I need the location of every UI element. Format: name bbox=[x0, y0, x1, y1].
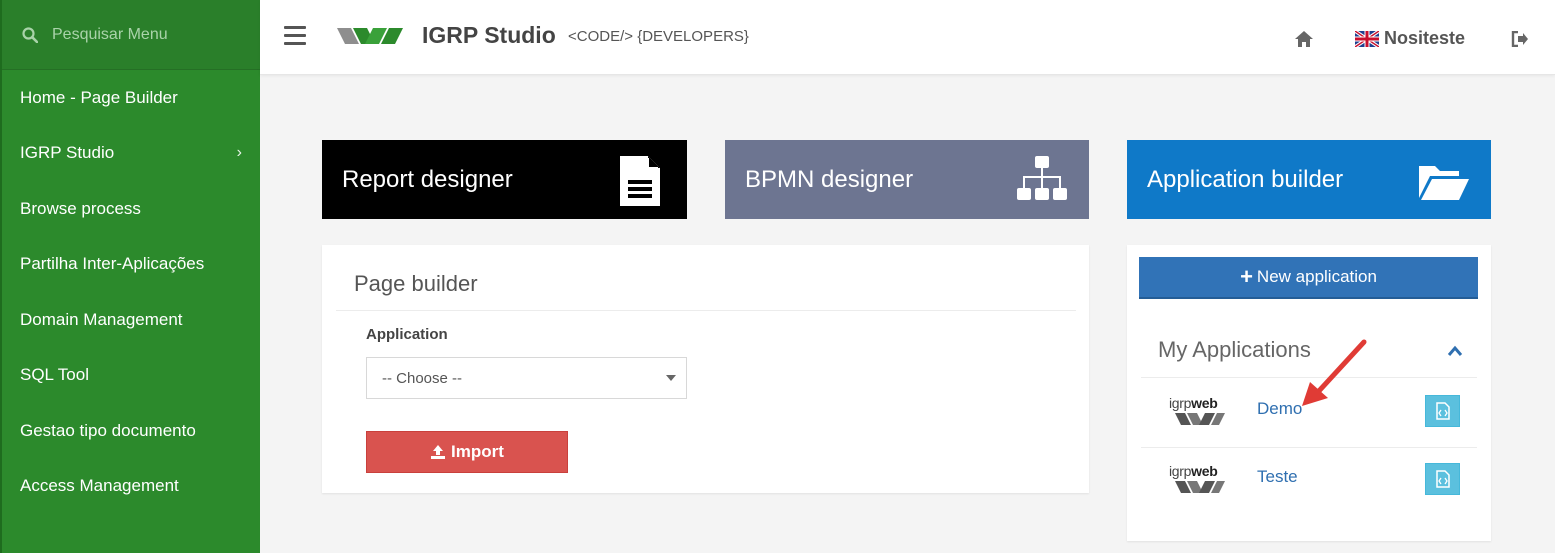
report-designer-tile[interactable]: Report designer bbox=[322, 140, 687, 219]
bpmn-designer-tile[interactable]: BPMN designer bbox=[725, 140, 1089, 219]
new-application-label: New application bbox=[1256, 267, 1377, 286]
application-select[interactable]: -- Choose -- bbox=[366, 357, 687, 399]
plus-icon: + bbox=[1240, 264, 1253, 289]
upload-icon bbox=[431, 445, 446, 459]
divider bbox=[336, 310, 1076, 311]
my-applications-title: My Applications bbox=[1158, 337, 1311, 362]
page-builder-panel: Page builder Application -- Choose -- Im… bbox=[322, 245, 1089, 493]
sidebar-item-label: IGRP Studio bbox=[20, 143, 115, 163]
sidebar-item-label: Domain Management bbox=[20, 309, 183, 329]
search-input[interactable]: Pesquisar Menu bbox=[52, 26, 168, 44]
menu-toggle-icon[interactable] bbox=[284, 26, 306, 46]
app-subtitle: <CODE/> {DEVELOPERS} bbox=[568, 28, 749, 45]
sidebar-item-domain-management[interactable]: Domain Management bbox=[2, 292, 260, 348]
new-application-button[interactable]: + New application bbox=[1139, 257, 1478, 299]
top-header: IGRP Studio <CODE/> {DEVELOPERS} Nosites… bbox=[260, 0, 1555, 75]
sidebar-item-sql-tool[interactable]: SQL Tool bbox=[2, 348, 260, 404]
sidebar-menu: Home - Page Builder IGRP Studio › Browse … bbox=[2, 70, 260, 514]
chevron-right-icon: › bbox=[236, 144, 242, 162]
file-code-icon bbox=[1435, 402, 1450, 420]
sidebar-item-label: Partilha Inter-Aplicações bbox=[20, 254, 205, 274]
user-menu[interactable]: Nositeste bbox=[1384, 28, 1465, 49]
folder-open-icon bbox=[1419, 166, 1469, 200]
application-builder-tile[interactable]: Application builder bbox=[1127, 140, 1491, 219]
open-app-file-button[interactable] bbox=[1425, 463, 1460, 495]
sidebar-item-label: Home - Page Builder bbox=[20, 87, 178, 107]
select-value: -- Choose -- bbox=[382, 369, 463, 387]
sidebar-item-browse-process[interactable]: Browse process bbox=[2, 181, 260, 237]
sidebar-item-label: Gestao tipo documento bbox=[20, 420, 196, 440]
chevron-up-icon[interactable] bbox=[1447, 345, 1463, 357]
annotation-arrow-icon bbox=[1302, 339, 1367, 406]
app-row: igrpweb Teste bbox=[1141, 447, 1477, 514]
sidebar-item-igrp-studio[interactable]: IGRP Studio › bbox=[2, 126, 260, 182]
igrpweb-logo: igrpweb bbox=[1169, 463, 1229, 501]
sidebar-item-home-page-builder[interactable]: Home - Page Builder bbox=[2, 70, 260, 126]
sidebar: Pesquisar Menu Home - Page Builder IGRP … bbox=[0, 0, 260, 553]
sidebar-search[interactable]: Pesquisar Menu bbox=[2, 0, 260, 70]
caret-down-icon bbox=[666, 375, 676, 381]
open-app-file-button[interactable] bbox=[1425, 395, 1460, 427]
import-button[interactable]: Import bbox=[366, 431, 568, 473]
sidebar-item-label: Browse process bbox=[20, 198, 141, 218]
sidebar-item-gestao-tipo-documento[interactable]: Gestao tipo documento bbox=[2, 403, 260, 459]
sidebar-item-partilha[interactable]: Partilha Inter-Aplicações bbox=[2, 237, 260, 293]
sign-out-icon[interactable] bbox=[1511, 31, 1529, 47]
igrp-logo-icon bbox=[337, 28, 403, 44]
import-label: Import bbox=[451, 442, 504, 461]
app-link-teste[interactable]: Teste bbox=[1257, 467, 1298, 487]
application-label: Application bbox=[366, 326, 448, 343]
document-icon bbox=[620, 156, 660, 206]
home-icon[interactable] bbox=[1294, 30, 1314, 48]
sidebar-item-access-management[interactable]: Access Management bbox=[2, 459, 260, 515]
app-title: IGRP Studio bbox=[422, 22, 556, 48]
search-icon bbox=[22, 26, 38, 43]
file-code-icon bbox=[1435, 470, 1450, 488]
page-builder-title: Page builder bbox=[354, 271, 478, 296]
sitemap-icon bbox=[1017, 156, 1067, 200]
sidebar-item-label: SQL Tool bbox=[20, 365, 89, 385]
sidebar-item-label: Access Management bbox=[20, 476, 179, 496]
uk-flag-icon bbox=[1355, 31, 1379, 47]
igrpweb-logo: igrpweb bbox=[1169, 395, 1229, 433]
